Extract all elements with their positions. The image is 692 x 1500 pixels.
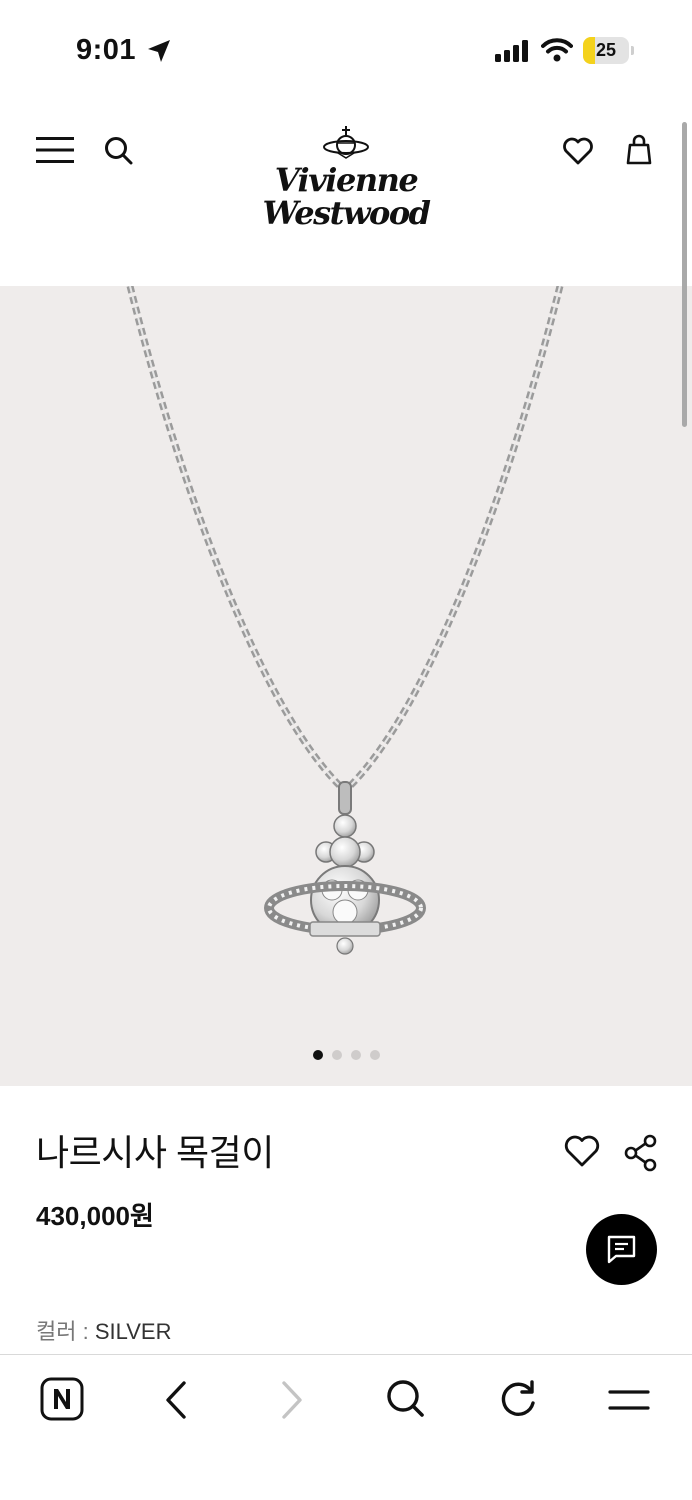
share-icon[interactable] bbox=[624, 1134, 658, 1172]
gallery-dot[interactable] bbox=[312, 1050, 323, 1060]
hamburger-menu-icon[interactable] bbox=[36, 137, 74, 163]
browser-toolbar bbox=[0, 1354, 692, 1500]
heart-icon[interactable] bbox=[562, 136, 594, 166]
color-label: 컬러 : bbox=[36, 1319, 95, 1344]
gallery-dot[interactable] bbox=[331, 1050, 342, 1060]
search-icon bbox=[387, 1380, 424, 1417]
product-image-gallery[interactable] bbox=[0, 286, 692, 1086]
back-arrow-icon bbox=[166, 1381, 186, 1419]
gallery-dot[interactable] bbox=[350, 1050, 361, 1060]
gallery-pagination bbox=[0, 1050, 692, 1060]
shopping-bag-icon[interactable] bbox=[626, 134, 652, 166]
product-color: 컬러 : SILVER bbox=[36, 1314, 171, 1346]
battery-icon: 25 bbox=[583, 37, 634, 64]
status-bar: 9:01 25 bbox=[0, 0, 692, 100]
gallery-dot[interactable] bbox=[369, 1050, 380, 1060]
naver-home-icon bbox=[40, 1377, 84, 1421]
browser-search-button[interactable] bbox=[384, 1377, 430, 1423]
browser-menu-button[interactable] bbox=[608, 1377, 654, 1423]
menu-icon bbox=[608, 1390, 650, 1410]
battery-percent: 25 bbox=[595, 40, 617, 60]
chat-bubble-icon bbox=[607, 1235, 636, 1264]
page-scrollbar[interactable] bbox=[682, 122, 687, 427]
heart-outline-icon[interactable] bbox=[564, 1134, 600, 1168]
color-value: SILVER bbox=[94, 1319, 172, 1344]
naver-home-button[interactable] bbox=[40, 1377, 86, 1423]
site-header: Vivienne Westwood bbox=[0, 100, 692, 286]
vivienne-westwood-logo[interactable]: Vivienne Westwood bbox=[250, 126, 442, 241]
chat-button[interactable] bbox=[586, 1214, 657, 1285]
product-image-necklace bbox=[126, 286, 564, 955]
forward-button[interactable] bbox=[272, 1377, 318, 1423]
wifi-icon bbox=[541, 38, 573, 62]
search-icon[interactable] bbox=[104, 136, 134, 166]
logo-text-line-2: Westwood bbox=[262, 194, 431, 232]
orb-logo-icon bbox=[323, 126, 369, 159]
forward-arrow-icon bbox=[282, 1381, 302, 1419]
cellular-signal-icon bbox=[495, 40, 528, 62]
location-arrow-icon bbox=[148, 40, 170, 62]
refresh-icon bbox=[501, 1380, 535, 1416]
refresh-button[interactable] bbox=[496, 1377, 542, 1423]
back-button[interactable] bbox=[158, 1377, 204, 1423]
logo-text-line-1: Vivienne bbox=[274, 161, 419, 199]
product-price: 430,000원 bbox=[36, 1201, 154, 1231]
product-name: 나르시사 목걸이 bbox=[36, 1132, 274, 1173]
status-time: 9:01 bbox=[76, 34, 137, 66]
